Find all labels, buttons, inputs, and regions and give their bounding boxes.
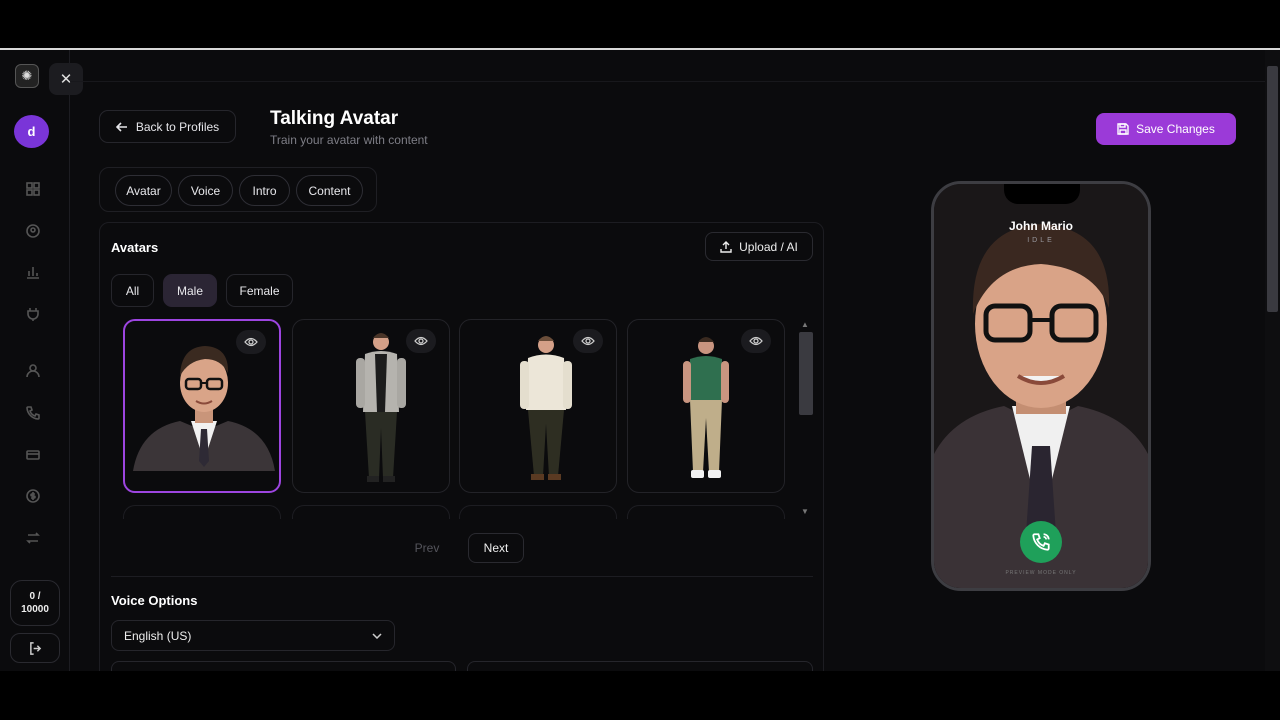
avatar-card-partial[interactable] (123, 505, 281, 519)
chevron-down-icon (372, 632, 382, 639)
language-select[interactable]: English (US) (111, 620, 395, 651)
preview-eye-icon[interactable] (741, 329, 771, 353)
person-icon[interactable] (25, 363, 41, 379)
preview-status: IDLE (1027, 237, 1055, 244)
logout-button[interactable] (10, 633, 60, 663)
card-icon[interactable] (25, 447, 41, 463)
voice-option-partial[interactable] (111, 661, 456, 671)
screen-letterbox-bottom (0, 671, 1280, 720)
brain-logo-icon[interactable]: ✺ (15, 64, 39, 88)
upload-icon (720, 240, 732, 253)
tab-intro[interactable]: Intro (239, 175, 290, 206)
scroll-up-arrow-icon[interactable]: ▲ (801, 320, 809, 329)
swap-icon[interactable] (25, 530, 41, 546)
section-tabs: Avatar Voice Intro Content (99, 167, 377, 212)
preview-eye-icon[interactable] (236, 330, 266, 354)
voice-options-title: Voice Options (111, 593, 198, 608)
upload-ai-button[interactable]: Upload / AI (705, 232, 813, 261)
avatar-card-suit-glasses[interactable] (123, 319, 281, 493)
phone-preview: John Mario IDLE PREVIEW MODE ONLY (931, 181, 1151, 591)
phone-icon[interactable] (25, 405, 41, 421)
avatar-card-grey-cardigan[interactable] (292, 319, 450, 493)
credits-counter: 0 / 10000 (10, 580, 60, 626)
main-scrollbar-thumb[interactable] (1267, 66, 1278, 312)
preview-eye-icon[interactable] (406, 329, 436, 353)
tab-content[interactable]: Content (296, 175, 363, 206)
section-divider (111, 576, 813, 577)
upload-label: Upload / AI (739, 239, 798, 254)
avatar-card-partial[interactable] (627, 505, 785, 519)
filter-female[interactable]: Female (226, 274, 293, 307)
phone-call-icon (1032, 533, 1050, 551)
next-page-button[interactable]: Next (468, 533, 524, 563)
header-divider (70, 81, 1265, 82)
page-subtitle: Train your avatar with content (270, 133, 428, 147)
language-value: English (US) (124, 628, 192, 643)
logout-icon (29, 641, 41, 655)
filter-male[interactable]: Male (163, 274, 217, 307)
credits-total: 10000 (21, 604, 49, 615)
arrow-left-icon (115, 121, 127, 132)
close-button[interactable]: ✕ (49, 63, 83, 95)
dashboard-icon[interactable] (25, 181, 41, 197)
plug-icon[interactable] (25, 306, 41, 322)
avatar-card-green-polo[interactable] (627, 319, 785, 493)
voice-option-partial[interactable] (467, 661, 813, 671)
avatar-card-partial[interactable] (459, 505, 617, 519)
save-label: Save Changes (1136, 122, 1215, 136)
app-window: ✺ ✕ d 0 / 10000 Back to Profiles Talking… (0, 50, 1280, 671)
prev-page-button[interactable]: Prev (401, 533, 453, 563)
back-to-profiles-button[interactable]: Back to Profiles (99, 110, 236, 143)
preview-mode-label: PREVIEW MODE ONLY (1005, 570, 1077, 576)
phone-notch (1004, 184, 1080, 204)
save-changes-button[interactable]: Save Changes (1096, 113, 1236, 145)
avatars-title: Avatars (111, 240, 159, 255)
page-title: Talking Avatar (270, 108, 399, 129)
preview-name: John Mario (1008, 219, 1073, 233)
avatar-card-partial[interactable] (292, 505, 450, 519)
bar-chart-icon[interactable] (25, 264, 41, 280)
sidebar: ✺ ✕ d 0 / 10000 (0, 50, 83, 671)
scroll-down-arrow-icon[interactable]: ▼ (801, 507, 809, 516)
user-avatar[interactable]: d (14, 115, 49, 148)
save-icon (1117, 123, 1129, 135)
avatar-grid-scrollbar[interactable] (799, 332, 813, 415)
avatar-card-cream-sweater[interactable] (459, 319, 617, 493)
dollar-icon[interactable] (25, 488, 41, 504)
tab-avatar[interactable]: Avatar (115, 175, 172, 206)
preview-eye-icon[interactable] (573, 329, 603, 353)
tab-voice[interactable]: Voice (178, 175, 233, 206)
screen-letterbox-top (0, 0, 1280, 48)
user-circle-icon[interactable] (25, 223, 41, 239)
filter-all[interactable]: All (111, 274, 154, 307)
call-button[interactable] (1020, 521, 1062, 563)
back-label: Back to Profiles (135, 119, 220, 134)
credits-used: 0 / (29, 591, 41, 602)
